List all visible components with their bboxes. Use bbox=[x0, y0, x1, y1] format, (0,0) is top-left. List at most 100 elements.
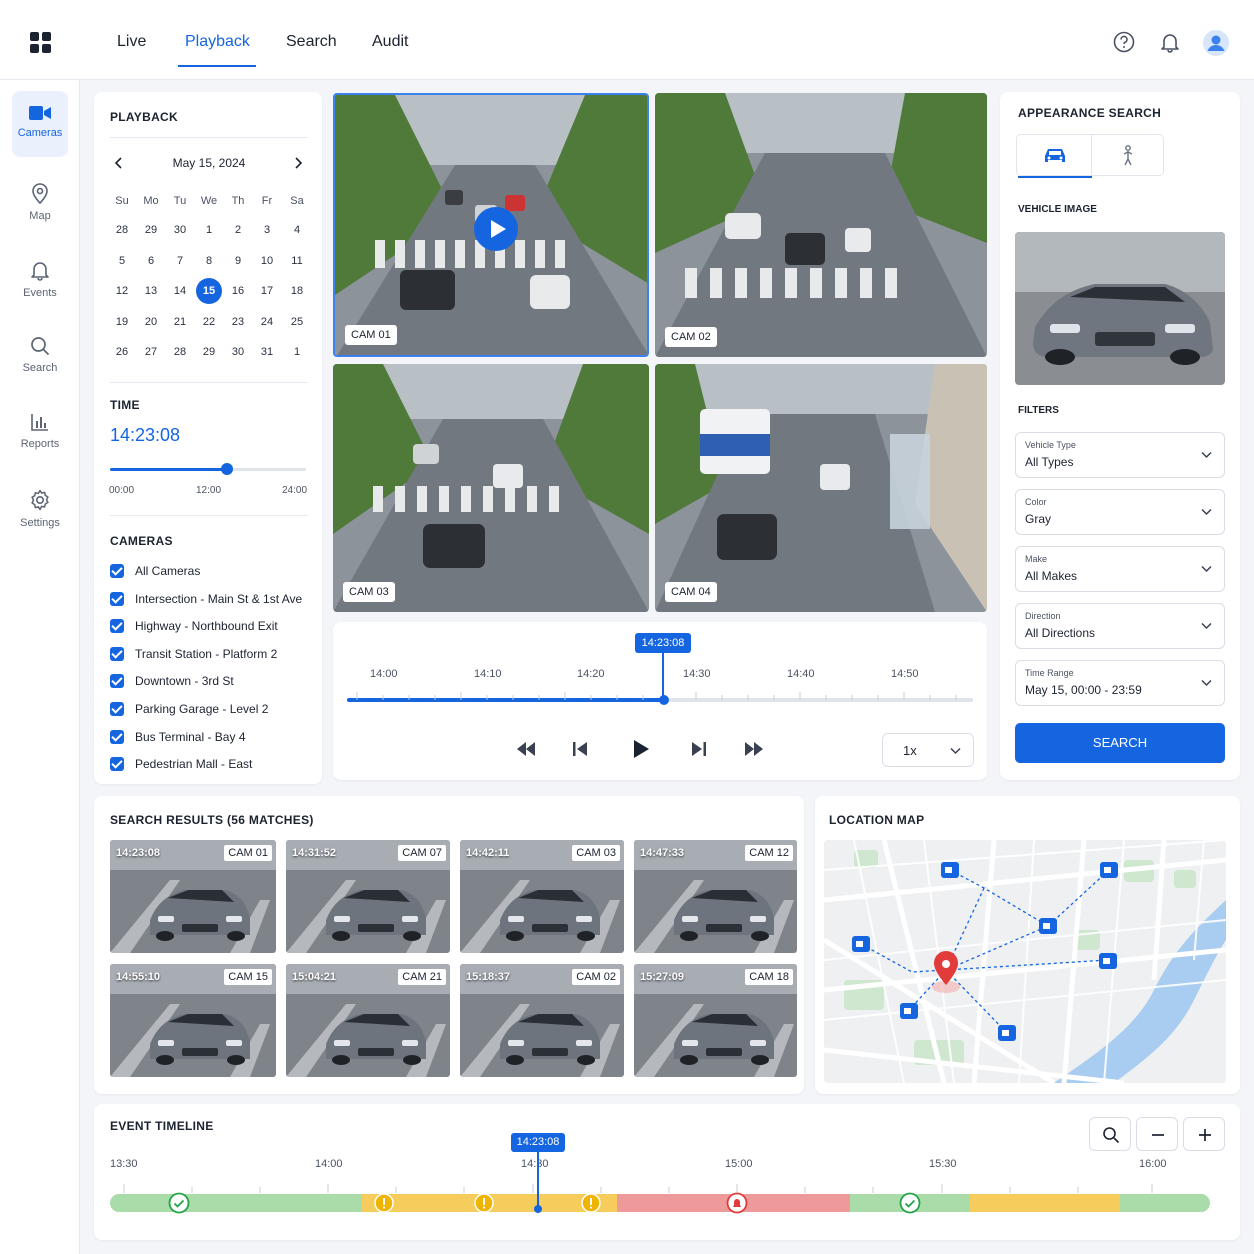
camera-checkbox-row[interactable]: Transit Station - Platform 2 bbox=[110, 645, 277, 663]
timeline-search-button[interactable] bbox=[1089, 1117, 1131, 1151]
calendar-day[interactable]: 18 bbox=[284, 278, 310, 304]
app-grid-icon[interactable] bbox=[30, 32, 51, 58]
checkbox-checked[interactable] bbox=[110, 702, 124, 716]
calendar-day[interactable]: 3 bbox=[254, 217, 280, 243]
vehicle-reference-image[interactable] bbox=[1015, 232, 1225, 385]
calendar-day[interactable]: 28 bbox=[167, 339, 193, 365]
camera-checkbox-row[interactable]: Intersection - Main St & 1st Ave bbox=[110, 590, 302, 608]
search-result-item[interactable]: 14:23:08 CAM 01 bbox=[110, 840, 276, 953]
calendar-day[interactable]: 19 bbox=[109, 309, 135, 335]
video-tile-cam-02[interactable]: CAM 02 bbox=[655, 93, 987, 357]
calendar-day[interactable]: 30 bbox=[167, 217, 193, 243]
tab-audit[interactable]: Audit bbox=[372, 33, 408, 51]
calendar-day[interactable]: 25 bbox=[284, 309, 310, 335]
calendar-day[interactable]: 7 bbox=[167, 248, 193, 274]
alarm-event-icon[interactable] bbox=[726, 1192, 748, 1214]
check-event-icon[interactable] bbox=[168, 1192, 190, 1214]
camera-checkbox-row[interactable]: All Cameras bbox=[110, 562, 200, 580]
timeline-cursor[interactable] bbox=[537, 1152, 539, 1208]
calendar-day[interactable]: 10 bbox=[254, 248, 280, 274]
calendar-day[interactable]: 17 bbox=[254, 278, 280, 304]
calendar-day[interactable]: 8 bbox=[196, 248, 222, 274]
prev-month-button[interactable] bbox=[114, 156, 124, 174]
calendar-day[interactable]: 29 bbox=[138, 217, 164, 243]
filter-dropdown[interactable]: Direction All Directions bbox=[1015, 603, 1225, 649]
person-mode-button[interactable] bbox=[1093, 135, 1163, 175]
search-result-item[interactable]: 14:47:33 CAM 12 bbox=[634, 840, 797, 953]
search-result-item[interactable]: 15:18:37 CAM 02 bbox=[460, 964, 624, 1077]
zoom-out-button[interactable] bbox=[1136, 1117, 1178, 1151]
calendar-day[interactable]: 21 bbox=[167, 309, 193, 335]
search-result-item[interactable]: 15:27:09 CAM 18 bbox=[634, 964, 797, 1077]
checkbox-checked[interactable] bbox=[110, 757, 124, 772]
camera-checkbox-row[interactable]: Bus Terminal - Bay 4 bbox=[110, 728, 246, 746]
video-tile-cam-04[interactable]: CAM 04 bbox=[655, 364, 987, 612]
tab-playback[interactable]: Playback bbox=[185, 33, 250, 51]
calendar-day[interactable]: 22 bbox=[196, 309, 222, 335]
sidebar-item-reports[interactable]: Reports bbox=[12, 398, 68, 464]
search-result-item[interactable]: 14:31:52 CAM 07 bbox=[286, 840, 450, 953]
checkbox-checked[interactable] bbox=[110, 729, 124, 744]
search-button[interactable]: SEARCH bbox=[1015, 723, 1225, 763]
calendar-day[interactable]: 14 bbox=[167, 278, 193, 304]
calendar-day[interactable]: 4 bbox=[284, 217, 310, 243]
filter-dropdown[interactable]: Time Range May 15, 00:00 - 23:59 bbox=[1015, 660, 1225, 706]
calendar-day[interactable]: 23 bbox=[225, 309, 251, 335]
time-slider-track[interactable] bbox=[110, 463, 306, 475]
sidebar-item-events[interactable]: Events bbox=[12, 245, 68, 311]
calendar-day[interactable]: 26 bbox=[109, 339, 135, 365]
tab-search[interactable]: Search bbox=[286, 33, 337, 51]
filter-dropdown[interactable]: Vehicle Type All Types bbox=[1015, 432, 1225, 478]
checkbox-checked[interactable] bbox=[110, 674, 124, 689]
camera-checkbox-row[interactable]: Highway - Northbound Exit bbox=[110, 617, 278, 635]
calendar-day[interactable]: 24 bbox=[254, 309, 280, 335]
playback-speed-select[interactable]: 1x bbox=[882, 733, 974, 767]
calendar-day[interactable]: 9 bbox=[225, 248, 251, 274]
calendar-day[interactable]: 31 bbox=[254, 339, 280, 365]
calendar-day[interactable]: 27 bbox=[138, 339, 164, 365]
calendar-day[interactable]: 16 bbox=[225, 278, 251, 304]
calendar-day[interactable]: 1 bbox=[196, 217, 222, 243]
calendar-day[interactable]: 11 bbox=[284, 248, 310, 274]
sidebar-item-search[interactable]: Search bbox=[12, 322, 68, 388]
skip-forward-button[interactable] bbox=[691, 740, 707, 763]
calendar-day[interactable]: 15 bbox=[196, 278, 222, 304]
filter-dropdown[interactable]: Color Gray bbox=[1015, 489, 1225, 535]
help-icon[interactable] bbox=[1113, 31, 1135, 58]
video-tile-cam-03[interactable]: CAM 03 bbox=[333, 364, 649, 612]
checkbox-checked[interactable] bbox=[110, 619, 124, 634]
sidebar-item-cameras[interactable]: Cameras bbox=[12, 91, 68, 157]
zoom-in-button[interactable] bbox=[1183, 1117, 1225, 1151]
checkbox-checked[interactable] bbox=[110, 564, 124, 578]
location-map[interactable] bbox=[824, 840, 1226, 1083]
next-month-button[interactable] bbox=[293, 156, 303, 174]
play-overlay-button[interactable] bbox=[474, 207, 518, 251]
calendar-day[interactable]: 12 bbox=[109, 278, 135, 304]
check-event-icon[interactable] bbox=[899, 1192, 921, 1214]
calendar-day[interactable]: 20 bbox=[138, 309, 164, 335]
warning-event-icon[interactable] bbox=[474, 1193, 494, 1213]
filter-dropdown[interactable]: Make All Makes bbox=[1015, 546, 1225, 592]
tab-live[interactable]: Live bbox=[117, 33, 146, 51]
sidebar-item-settings[interactable]: Settings bbox=[12, 475, 68, 541]
checkbox-checked[interactable] bbox=[110, 591, 124, 606]
fast-forward-button[interactable] bbox=[743, 740, 765, 763]
warning-event-icon[interactable] bbox=[374, 1193, 394, 1213]
camera-checkbox-row[interactable]: Parking Garage - Level 2 bbox=[110, 700, 268, 718]
camera-checkbox-row[interactable]: Pedestrian Mall - East bbox=[110, 755, 252, 773]
calendar-day[interactable]: 5 bbox=[109, 248, 135, 274]
skip-back-button[interactable] bbox=[572, 740, 588, 763]
event-timeline-bar[interactable] bbox=[110, 1194, 1210, 1212]
warning-event-icon[interactable] bbox=[581, 1193, 601, 1213]
calendar-day[interactable]: 28 bbox=[109, 217, 135, 243]
rewind-button[interactable] bbox=[515, 740, 537, 763]
search-result-item[interactable]: 14:55:10 CAM 15 bbox=[110, 964, 276, 1077]
calendar-day[interactable]: 2 bbox=[225, 217, 251, 243]
bell-icon[interactable] bbox=[1159, 31, 1181, 58]
checkbox-checked[interactable] bbox=[110, 646, 124, 661]
video-tile-cam-01[interactable]: CAM 01 bbox=[333, 93, 649, 357]
search-result-item[interactable]: 14:42:11 CAM 03 bbox=[460, 840, 624, 953]
user-avatar[interactable] bbox=[1203, 30, 1229, 61]
search-result-item[interactable]: 15:04:21 CAM 21 bbox=[286, 964, 450, 1077]
vehicle-mode-button[interactable] bbox=[1017, 135, 1092, 175]
